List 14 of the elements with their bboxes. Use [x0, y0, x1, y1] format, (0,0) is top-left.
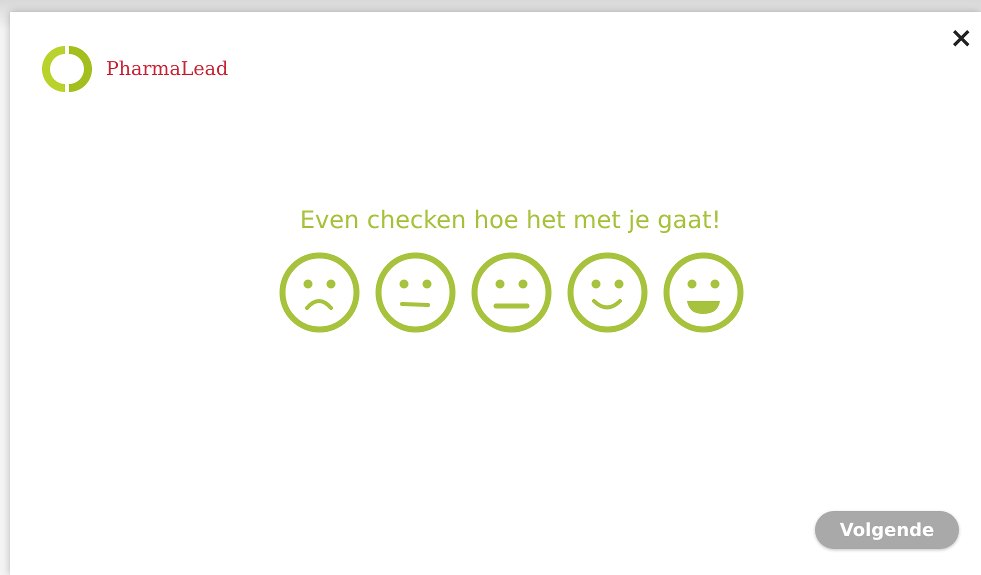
mood-option[interactable]	[279, 252, 360, 333]
brand-name: PharmaLead	[106, 58, 228, 80]
close-button[interactable]: ×	[946, 24, 977, 52]
grin-face-icon	[663, 252, 744, 333]
mood-option[interactable]	[471, 252, 552, 333]
ring-logo-icon	[42, 44, 92, 94]
mood-option[interactable]	[375, 252, 456, 333]
meh-face-icon	[375, 252, 456, 333]
mood-option[interactable]	[663, 252, 744, 333]
sad-face-icon	[279, 252, 360, 333]
smile-face-icon	[567, 252, 648, 333]
neutral-face-icon	[471, 252, 552, 333]
question-text: Even checken hoe het met je gaat!	[300, 206, 722, 234]
mood-option[interactable]	[567, 252, 648, 333]
